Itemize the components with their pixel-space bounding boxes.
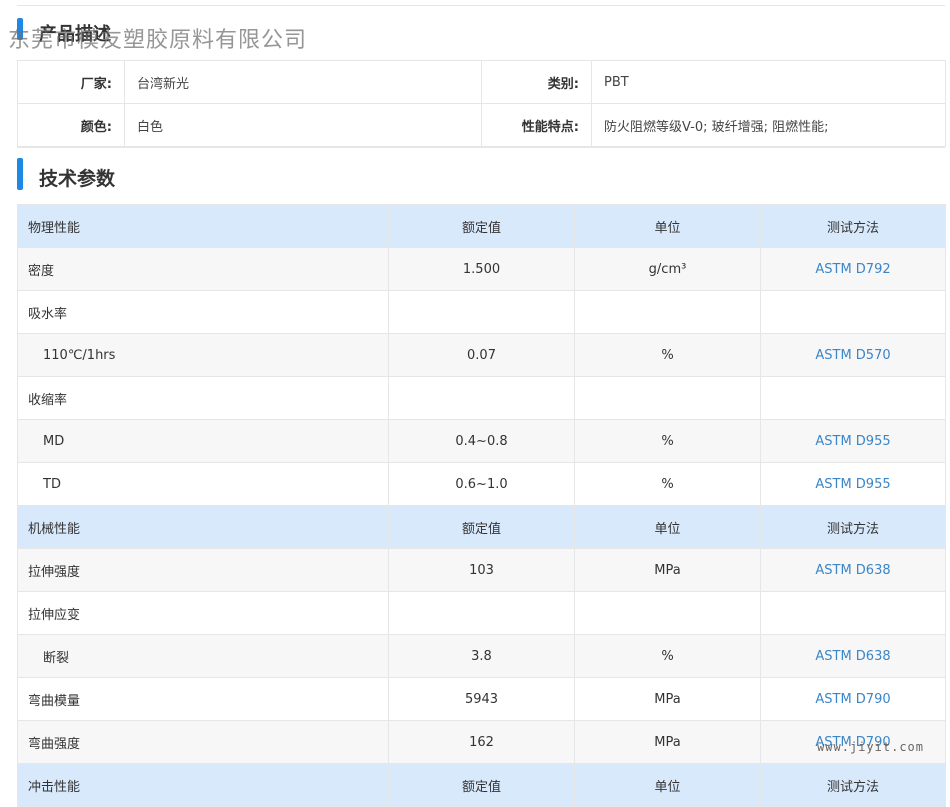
column-header-unit: 单位 [574, 204, 761, 248]
test-method-link [760, 591, 946, 635]
unit: MPa [574, 548, 761, 592]
property-name: 110℃/1hrs [17, 333, 389, 377]
rated-value: 0.07 [388, 333, 575, 377]
property-name: 拉伸应变 [17, 591, 389, 635]
table-row: 断裂 3.8% ASTM D638 [17, 634, 946, 678]
test-method-link[interactable]: ASTM D790 [760, 677, 946, 721]
group-name: 物理性能 [17, 204, 389, 248]
test-method-link [760, 376, 946, 420]
property-name: MD [17, 419, 389, 463]
unit [574, 591, 761, 635]
info-label: 类别: [481, 60, 592, 104]
table-row: 拉伸强度 103 MPa ASTM D638 [17, 548, 946, 592]
rated-value [388, 591, 575, 635]
specs-table: 物理性能 额定值 单位 测试方法 密度 1.500 g/cm³ ASTM D792 吸水率 110… [17, 204, 946, 807]
column-header-value: 额定值 [388, 204, 575, 248]
test-method-link[interactable]: ASTM D638 [760, 548, 946, 592]
unit: MPa [574, 677, 761, 721]
rated-value: 162 [388, 720, 575, 764]
product-page: 产品描述 厂家: 台湾新光 类别: PBT 颜色: 白色 性能特点: 防火阻燃等… [17, 0, 946, 807]
column-header-method: 测试方法 [760, 505, 946, 549]
table-row: TD 0.6~1.0% ASTM D955 [17, 462, 946, 506]
table-row: 110℃/1hrs 0.07% ASTM D570 [17, 333, 946, 377]
info-value: 防火阻燃等级V-0; 玻纤增强; 阻燃性能; [591, 103, 946, 147]
rated-value [388, 290, 575, 334]
unit: % [574, 462, 761, 506]
group-name: 冲击性能 [17, 763, 389, 807]
property-name: 吸水率 [17, 290, 389, 334]
test-method-link[interactable]: ASTM D955 [760, 419, 946, 463]
rated-value [388, 376, 575, 420]
unit [574, 376, 761, 420]
unit: % [574, 333, 761, 377]
info-value: 台湾新光 [124, 60, 482, 104]
column-header-method: 测试方法 [760, 763, 946, 807]
unit: % [574, 419, 761, 463]
property-name: 收缩率 [17, 376, 389, 420]
table-row: 吸水率 [17, 290, 946, 334]
site-watermark: www.jiyit.com [817, 740, 924, 754]
rated-value: 103 [388, 548, 575, 592]
info-value: 白色 [124, 103, 482, 147]
rated-value: 0.6~1.0 [388, 462, 575, 506]
property-name: 弯曲模量 [17, 677, 389, 721]
property-name: TD [17, 462, 389, 506]
column-header-unit: 单位 [574, 763, 761, 807]
table-row: 弯曲强度 162 MPa ASTM D790 [17, 720, 946, 764]
column-header-unit: 单位 [574, 505, 761, 549]
rated-value: 0.4~0.8 [388, 419, 575, 463]
info-row: 颜色: 白色 性能特点: 防火阻燃等级V-0; 玻纤增强; 阻燃性能; [17, 103, 946, 147]
product-description-header: 产品描述 [17, 6, 945, 60]
test-method-link[interactable]: ASTM D792 [760, 247, 946, 291]
rated-value: 1.500 [388, 247, 575, 291]
info-label: 性能特点: [481, 103, 592, 147]
technical-parameters-header: 技术参数 [17, 147, 945, 204]
info-value: PBT [591, 60, 946, 104]
property-name: 断裂 [17, 634, 389, 678]
product-info-table: 厂家: 台湾新光 类别: PBT 颜色: 白色 性能特点: 防火阻燃等级V-0;… [17, 60, 946, 147]
unit [574, 290, 761, 334]
table-row: 收缩率 [17, 376, 946, 420]
property-name: 密度 [17, 247, 389, 291]
unit: % [574, 634, 761, 678]
section-title: 产品描述 [39, 24, 111, 45]
test-method-link[interactable]: ASTM D570 [760, 333, 946, 377]
section-accent-bar [17, 158, 23, 190]
rated-value: 3.8 [388, 634, 575, 678]
info-row: 厂家: 台湾新光 类别: PBT [17, 60, 946, 104]
info-label: 厂家: [17, 60, 125, 104]
property-name: 拉伸强度 [17, 548, 389, 592]
column-header-value: 额定值 [388, 763, 575, 807]
table-row: 弯曲模量 5943 MPa ASTM D790 [17, 677, 946, 721]
property-name: 弯曲强度 [17, 720, 389, 764]
group-name: 机械性能 [17, 505, 389, 549]
test-method-link[interactable]: ASTM D638 [760, 634, 946, 678]
group-header-row: 冲击性能 额定值 单位 测试方法 [17, 763, 946, 807]
table-row: 拉伸应变 [17, 591, 946, 635]
test-method-link [760, 290, 946, 334]
group-header-row: 机械性能 额定值 单位 测试方法 [17, 505, 946, 549]
unit: g/cm³ [574, 247, 761, 291]
section-title: 技术参数 [39, 168, 116, 190]
test-method-link[interactable]: ASTM D955 [760, 462, 946, 506]
table-row: 密度 1.500 g/cm³ ASTM D792 [17, 247, 946, 291]
unit: MPa [574, 720, 761, 764]
column-header-method: 测试方法 [760, 204, 946, 248]
column-header-value: 额定值 [388, 505, 575, 549]
info-label: 颜色: [17, 103, 125, 147]
section-accent-bar [17, 18, 23, 40]
group-header-row: 物理性能 额定值 单位 测试方法 [17, 204, 946, 248]
rated-value: 5943 [388, 677, 575, 721]
table-row: MD 0.4~0.8% ASTM D955 [17, 419, 946, 463]
